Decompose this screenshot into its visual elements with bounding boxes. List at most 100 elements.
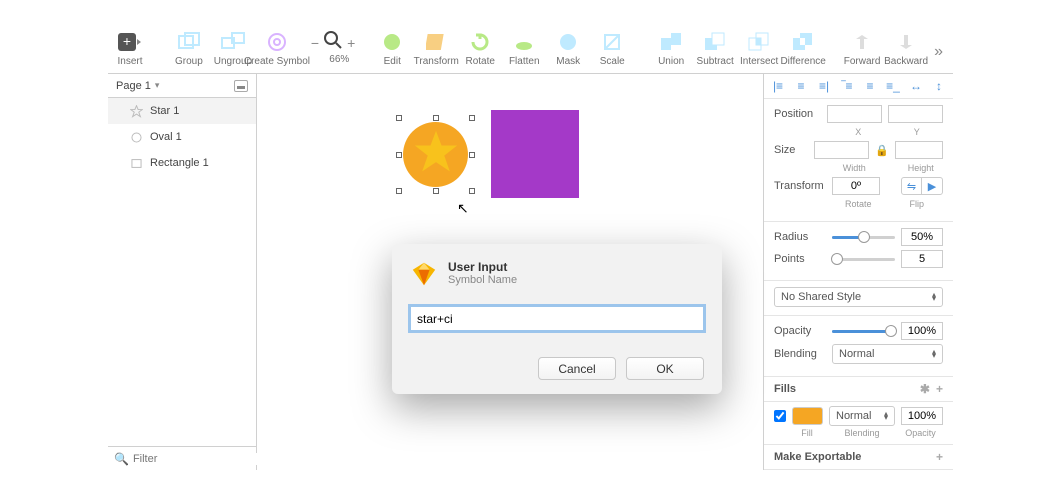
cancel-button[interactable]: Cancel bbox=[538, 357, 616, 380]
flip-vertical-button[interactable]: ▶ bbox=[922, 178, 942, 194]
union-icon bbox=[659, 30, 683, 54]
align-center-icon[interactable]: ≡ bbox=[793, 78, 809, 94]
ok-button[interactable]: OK bbox=[626, 357, 704, 380]
shared-style-dropdown[interactable]: No Shared Style ▴▾ bbox=[774, 287, 943, 307]
toolbar-union[interactable]: Union bbox=[655, 30, 687, 67]
fills-header: Fills ✱+ bbox=[764, 377, 953, 402]
dialog-subtitle: Symbol Name bbox=[448, 274, 517, 286]
blending-dropdown[interactable]: Normal ▴▾ bbox=[832, 344, 943, 364]
flatten-icon bbox=[512, 30, 536, 54]
layer-item-star[interactable]: Star 1 bbox=[108, 98, 256, 124]
rotate-input[interactable] bbox=[832, 177, 880, 195]
opacity-label: Opacity bbox=[774, 325, 826, 337]
symbol-name-input[interactable] bbox=[410, 306, 704, 331]
toolbar-flatten[interactable]: Flatten bbox=[508, 30, 540, 67]
toolbar-backward[interactable]: Backward bbox=[890, 30, 922, 67]
ungroup-icon bbox=[221, 30, 245, 54]
fill-enabled-checkbox[interactable] bbox=[774, 410, 786, 422]
align-right-icon[interactable]: ≡| bbox=[816, 78, 832, 94]
star-icon bbox=[130, 105, 143, 118]
flip-horizontal-button[interactable]: ⇋ bbox=[902, 178, 922, 194]
layer-item-rectangle[interactable]: Rectangle 1 bbox=[108, 150, 256, 176]
mask-icon bbox=[556, 30, 580, 54]
sketch-app-icon bbox=[410, 260, 438, 288]
magnifier-icon[interactable] bbox=[323, 30, 343, 55]
subtract-icon bbox=[703, 30, 727, 54]
difference-icon bbox=[791, 30, 815, 54]
toolbar-group[interactable]: Group bbox=[173, 30, 205, 67]
fill-swatch[interactable] bbox=[792, 407, 823, 425]
updown-icon: ▴▾ bbox=[932, 350, 936, 358]
position-y-input[interactable] bbox=[888, 105, 943, 123]
toolbar: + Insert Group Ungroup Create Symbol − +… bbox=[108, 30, 953, 73]
align-bottom-icon[interactable]: ≡_ bbox=[885, 78, 901, 94]
layers-panel: Page 1 ▾ Star 1 Oval 1 Rectangle 1 bbox=[108, 74, 257, 470]
insert-icon: + bbox=[118, 30, 142, 54]
layer-item-oval[interactable]: Oval 1 bbox=[108, 124, 256, 150]
toolbar-forward[interactable]: Forward bbox=[846, 30, 878, 67]
toolbar-scale[interactable]: Scale bbox=[596, 30, 628, 67]
opacity-value[interactable] bbox=[901, 322, 943, 340]
selection-handles[interactable] bbox=[399, 118, 472, 191]
toolbar-edit[interactable]: Edit bbox=[376, 30, 408, 67]
zoom-in-button[interactable]: + bbox=[347, 35, 355, 51]
plus-icon[interactable]: + bbox=[936, 450, 943, 464]
zoom-label: 66% bbox=[329, 54, 349, 65]
toolbar-subtract[interactable]: Subtract bbox=[699, 30, 731, 67]
toolbar-overflow-button[interactable]: » bbox=[934, 43, 947, 61]
zoom-out-button[interactable]: − bbox=[311, 35, 319, 51]
distribute-h-icon[interactable]: ↔ bbox=[908, 78, 924, 94]
gear-icon[interactable]: ✱ bbox=[920, 382, 930, 396]
toolbar-mask[interactable]: Mask bbox=[552, 30, 584, 67]
app-window: + Insert Group Ungroup Create Symbol − +… bbox=[108, 30, 953, 470]
group-icon bbox=[177, 30, 201, 54]
radius-value[interactable] bbox=[901, 228, 943, 246]
filter-input[interactable] bbox=[133, 453, 275, 465]
user-input-dialog: User Input Symbol Name Cancel OK bbox=[392, 244, 722, 394]
lock-icon[interactable]: 🔒 bbox=[875, 144, 889, 157]
size-label: Size bbox=[774, 144, 808, 156]
toolbar-create-symbol[interactable]: Create Symbol bbox=[261, 30, 293, 67]
fill-opacity-input[interactable] bbox=[901, 407, 943, 425]
points-value[interactable] bbox=[901, 250, 943, 268]
fill-blend-dropdown[interactable]: Normal▴▾ bbox=[829, 406, 895, 426]
symbol-icon bbox=[265, 30, 289, 54]
points-slider[interactable] bbox=[832, 253, 895, 265]
dialog-title: User Input bbox=[448, 260, 517, 274]
cursor-icon: ↖ bbox=[457, 200, 469, 217]
flip-controls: ⇋ ▶ bbox=[901, 177, 943, 195]
opacity-slider[interactable] bbox=[832, 325, 895, 337]
make-exportable[interactable]: Make Exportable + bbox=[764, 444, 953, 470]
zoom-control: − + bbox=[311, 30, 355, 55]
toolbar-insert[interactable]: + Insert bbox=[114, 30, 146, 67]
radius-slider[interactable] bbox=[832, 231, 895, 243]
page-selector[interactable]: Page 1 ▾ bbox=[108, 74, 256, 98]
align-middle-icon[interactable]: ≡ bbox=[862, 78, 878, 94]
plus-icon[interactable]: + bbox=[936, 382, 943, 396]
collapse-icon[interactable] bbox=[234, 80, 248, 92]
rect-icon bbox=[130, 157, 143, 170]
forward-icon bbox=[850, 30, 874, 54]
toolbar-rotate[interactable]: Rotate bbox=[464, 30, 496, 67]
transform-label: Transform bbox=[774, 180, 826, 192]
canvas[interactable]: ↖ User Input Symbol Name Cancel OK bbox=[257, 74, 763, 470]
updown-icon: ▴▾ bbox=[932, 293, 936, 301]
layer-label: Oval 1 bbox=[150, 131, 182, 143]
toolbar-intersect[interactable]: Intersect bbox=[743, 30, 775, 67]
blending-label: Blending bbox=[774, 348, 826, 360]
inspector-panel: |≡ ≡ ≡| ‾≡ ≡ ≡_ ↔ ↕ Position XY Size bbox=[763, 74, 953, 470]
svg-text:+: + bbox=[123, 33, 131, 49]
edit-icon bbox=[380, 30, 404, 54]
position-x-input[interactable] bbox=[827, 105, 882, 123]
toolbar-transform[interactable]: Transform bbox=[420, 30, 452, 67]
toolbar-difference[interactable]: Difference bbox=[787, 30, 819, 67]
width-input[interactable] bbox=[814, 141, 869, 159]
canvas-rectangle[interactable] bbox=[491, 110, 579, 198]
align-bar: |≡ ≡ ≡| ‾≡ ≡ ≡_ ↔ ↕ bbox=[764, 74, 953, 99]
filter-bar: 🔍 ⧉✎0 bbox=[108, 446, 256, 470]
align-top-icon[interactable]: ‾≡ bbox=[839, 78, 855, 94]
height-input[interactable] bbox=[895, 141, 943, 159]
distribute-v-icon[interactable]: ↕ bbox=[931, 78, 947, 94]
align-left-icon[interactable]: |≡ bbox=[770, 78, 786, 94]
scale-icon bbox=[600, 30, 624, 54]
